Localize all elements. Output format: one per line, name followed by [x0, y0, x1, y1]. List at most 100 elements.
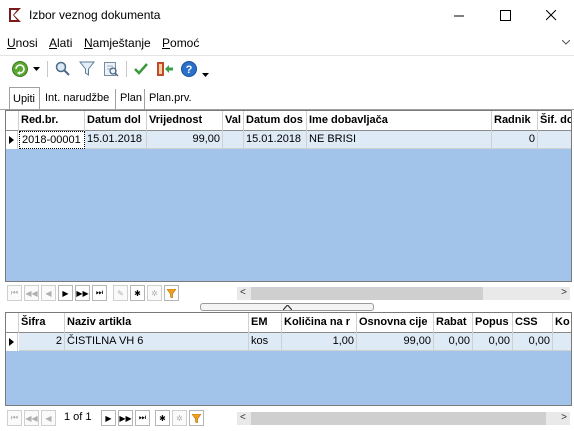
transfer-icon: [157, 62, 173, 76]
search-button[interactable]: [53, 59, 73, 79]
tab-int-narudzbe[interactable]: Int. narudžbe: [42, 89, 116, 109]
panel-splitter[interactable]: [200, 303, 374, 311]
cell-rabat[interactable]: 0,00: [434, 333, 473, 351]
nav-filter-button[interactable]: [164, 285, 179, 301]
nav-delete-button[interactable]: ✲: [172, 410, 187, 426]
confirm-button[interactable]: [131, 59, 151, 79]
column-header[interactable]: Val: [223, 111, 244, 131]
scroll-thumb[interactable]: [251, 412, 546, 425]
table-row[interactable]: 2 ČISTILNA VH 6 kos 1,00 99,00 0,00 0,00…: [6, 333, 571, 351]
cell-red-br[interactable]: 2018-00001: [19, 131, 85, 149]
horizontal-scrollbar[interactable]: < >: [237, 287, 570, 300]
cell-kolicina[interactable]: 1,00: [282, 333, 357, 351]
column-header[interactable]: Rabat: [434, 313, 473, 333]
close-icon: [545, 10, 556, 21]
cell-ime-dobavljaca[interactable]: NE BRISI: [307, 131, 492, 149]
chevron-down-icon[interactable]: [562, 40, 570, 45]
refresh-dropdown[interactable]: [30, 59, 42, 79]
menu-alati[interactable]: Alati: [49, 36, 72, 50]
help-icon: ?: [181, 61, 197, 77]
tab-plan-prv[interactable]: Plan.prv.: [146, 89, 198, 109]
column-header[interactable]: Vrijednost: [147, 111, 223, 131]
cell-vrijednost[interactable]: 99,00: [147, 131, 223, 149]
minimize-button[interactable]: [436, 0, 482, 31]
cell-datum-dos[interactable]: 15.01.2018: [244, 131, 307, 149]
scroll-right-icon[interactable]: >: [561, 412, 567, 423]
nav-prev-button[interactable]: ◀: [41, 410, 56, 426]
column-header[interactable]: Datum dos: [244, 111, 307, 131]
column-header[interactable]: Šif. do: [538, 111, 571, 131]
cell-datum-dol[interactable]: 15.01.2018: [85, 131, 147, 149]
more-button[interactable]: [199, 65, 211, 85]
column-header[interactable]: EM: [249, 313, 282, 333]
column-header[interactable]: Osnovna cije: [357, 313, 434, 333]
nav-prev-page-button[interactable]: ◀◀: [24, 410, 39, 426]
nav-next-page-button[interactable]: ▶▶: [118, 410, 133, 426]
column-header[interactable]: Popus: [473, 313, 513, 333]
dropdown-arrow-icon: [32, 67, 40, 71]
tab-upiti[interactable]: Upiti: [9, 87, 40, 110]
scroll-thumb[interactable]: [251, 287, 483, 300]
menu-namjestanje[interactable]: Namještanje: [84, 36, 151, 50]
cell-ko[interactable]: [553, 333, 571, 351]
app-logo-icon: [9, 8, 21, 22]
column-header[interactable]: Radnik: [492, 111, 538, 131]
current-row-indicator: [6, 131, 18, 149]
tab-strip: Upiti Int. narudžbe Plan Plan.prv.: [0, 87, 574, 110]
refresh-button[interactable]: [10, 59, 30, 79]
nav-insert-button[interactable]: ✱: [130, 285, 145, 301]
filter-icon: [79, 61, 95, 76]
cell-css[interactable]: 0,00: [513, 333, 553, 351]
scroll-right-icon[interactable]: >: [561, 287, 567, 298]
column-header[interactable]: Ime dobavljača: [307, 111, 492, 131]
page-indicator: 1 of 1: [64, 411, 92, 423]
nav-prev-page-button[interactable]: ◀◀: [24, 285, 39, 301]
column-header[interactable]: Količina na r: [282, 313, 357, 333]
nav-delete-button[interactable]: ✲: [147, 285, 162, 301]
cell-popust[interactable]: 0,00: [473, 333, 513, 351]
column-header[interactable]: CSS: [513, 313, 553, 333]
more-icon: [201, 73, 209, 77]
filter-button[interactable]: [77, 59, 97, 79]
nav-next-button[interactable]: ▶: [58, 285, 73, 301]
tab-plan[interactable]: Plan: [117, 89, 145, 109]
cell-osnovna-cijena[interactable]: 99,00: [357, 333, 434, 351]
column-header[interactable]: Naziv artikla: [65, 313, 249, 333]
nav-edit-button[interactable]: ✎: [113, 285, 128, 301]
nav-filter-button[interactable]: [189, 410, 204, 426]
nav-first-button[interactable]: ⏮: [7, 410, 22, 426]
horizontal-scrollbar[interactable]: < >: [237, 412, 570, 425]
documents-grid[interactable]: Red.br. Datum dol Vrijednost Val Datum d…: [5, 110, 572, 282]
nav-insert-button[interactable]: ✱: [155, 410, 170, 426]
row-pointer-icon: [9, 338, 14, 346]
nav-next-page-button[interactable]: ▶▶: [75, 285, 90, 301]
scroll-left-icon[interactable]: <: [240, 412, 246, 423]
toolbar-separator: [47, 61, 48, 77]
column-header[interactable]: Ko: [553, 313, 571, 333]
cell-val[interactable]: [223, 131, 244, 149]
column-header[interactable]: Red.br.: [19, 111, 85, 131]
nav-next-button[interactable]: ▶: [101, 410, 116, 426]
cell-sif-do[interactable]: [538, 131, 571, 149]
column-header[interactable]: Datum dol: [85, 111, 147, 131]
items-grid[interactable]: Šifra Naziv artikla EM Količina na r Osn…: [5, 312, 572, 406]
menu-pomoc[interactable]: Pomoć: [162, 36, 199, 50]
help-button[interactable]: ?: [179, 59, 199, 79]
transfer-button[interactable]: [155, 59, 175, 79]
cell-sifra[interactable]: 2: [19, 333, 65, 351]
maximize-button[interactable]: [482, 0, 528, 31]
cell-naziv-artikla[interactable]: ČISTILNA VH 6: [65, 333, 249, 351]
find-document-button[interactable]: [101, 59, 121, 79]
chevron-up-icon[interactable]: [282, 304, 292, 310]
nav-last-button[interactable]: ⏭: [135, 410, 150, 426]
scroll-left-icon[interactable]: <: [240, 287, 246, 298]
cell-em[interactable]: kos: [249, 333, 282, 351]
nav-first-button[interactable]: ⏮: [7, 285, 22, 301]
menu-unosi[interactable]: Unosi: [7, 36, 38, 50]
table-row[interactable]: 2018-00001 15.01.2018 99,00 15.01.2018 N…: [6, 131, 571, 149]
nav-prev-button[interactable]: ◀: [41, 285, 56, 301]
cell-radnik[interactable]: 0: [492, 131, 538, 149]
close-button[interactable]: [528, 0, 574, 31]
nav-last-button[interactable]: ⏭: [92, 285, 107, 301]
column-header[interactable]: Šifra: [19, 313, 65, 333]
